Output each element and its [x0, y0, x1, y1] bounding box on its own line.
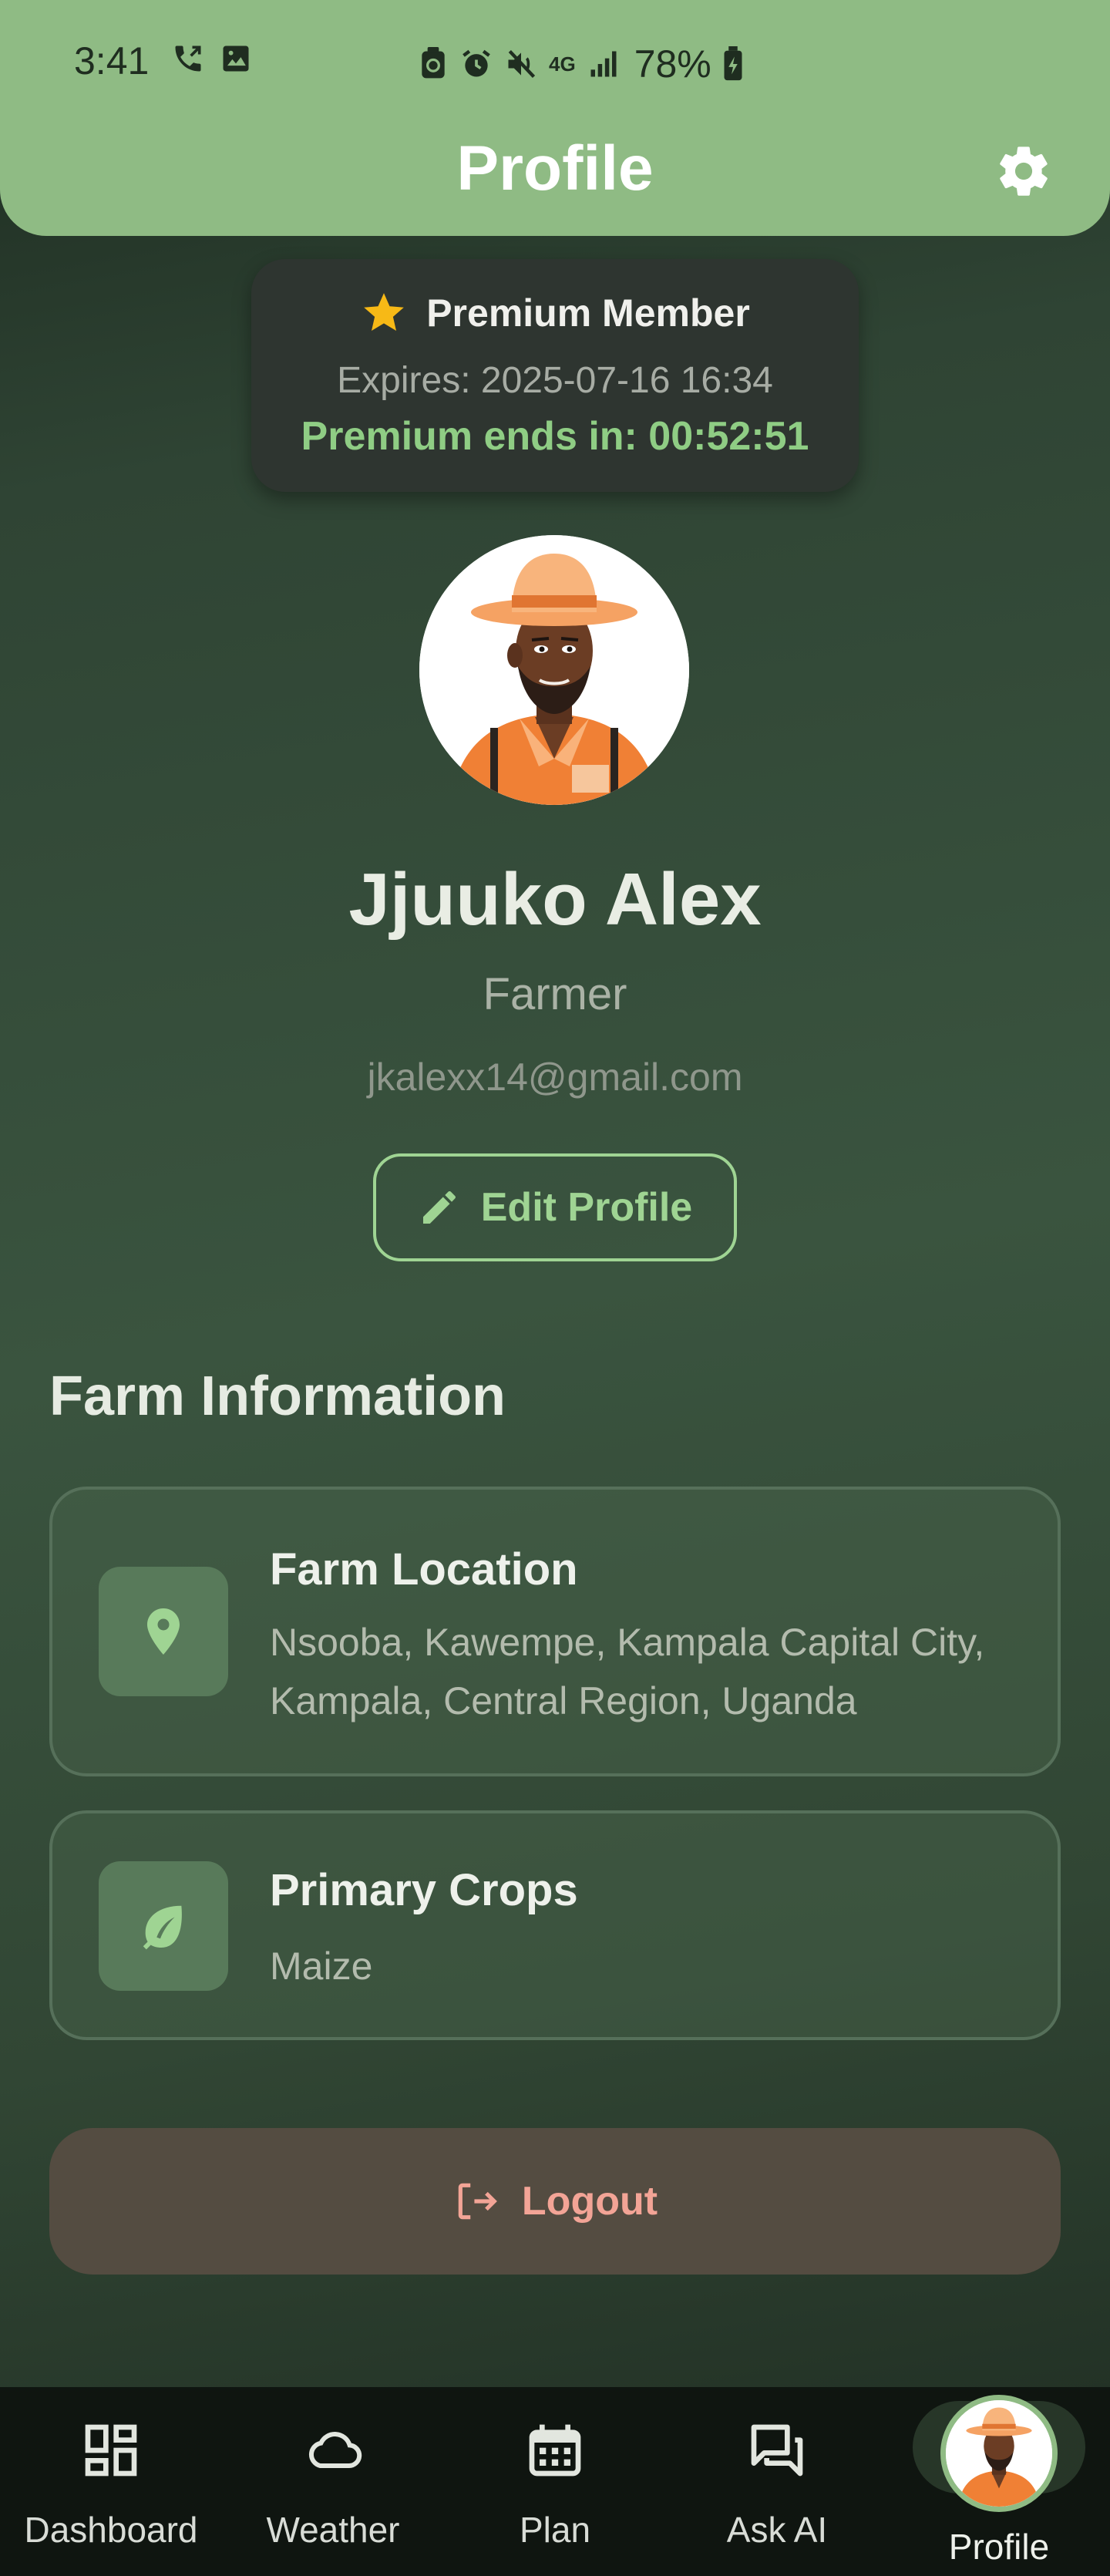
status-bar: 3:41 4G 78% — [0, 39, 1110, 93]
leaf-icon — [143, 1905, 182, 1950]
mute-icon — [508, 49, 536, 79]
bottom-navigation: Dashboard Weather Plan Ask AI Profile — [0, 2387, 1110, 2576]
user-email: jkalexx14@gmail.com — [367, 1056, 743, 1099]
status-right-icons: 4G 78% — [418, 42, 744, 86]
premium-expires: Expires: 2025-07-16 16:34 — [337, 360, 773, 401]
dashboard-icon — [85, 2424, 137, 2477]
farm-location-card: Farm Location Nsooba, Kawempe, Kampala C… — [49, 1487, 1061, 1776]
image-icon — [223, 45, 249, 72]
chat-icon — [751, 2424, 803, 2477]
battery-percent: 78% — [634, 42, 711, 86]
status-time: 3:41 — [74, 39, 150, 82]
nav-item-plan[interactable]: Plan — [444, 2387, 666, 2576]
nav-item-ask-ai[interactable]: Ask AI — [666, 2387, 888, 2576]
recycle-battery-icon — [422, 47, 445, 79]
primary-crops-label: Primary Crops — [270, 1865, 578, 1915]
edit-profile-label: Edit Profile — [480, 1185, 693, 1230]
star-icon — [364, 293, 405, 331]
edit-profile-button[interactable]: Edit Profile — [373, 1153, 737, 1261]
avatar[interactable] — [419, 535, 689, 805]
primary-crops-card: Primary Crops Maize — [49, 1810, 1061, 2040]
page-title: Profile — [456, 133, 654, 204]
premium-status-card: Premium Member Expires: 2025-07-16 16:34… — [251, 259, 859, 492]
user-role: Farmer — [483, 969, 627, 1019]
app-header: 3:41 4G 78% Profile — [0, 0, 1110, 236]
location-pin-icon — [147, 1608, 180, 1655]
pencil-icon — [422, 1190, 456, 1224]
status-left-icons — [171, 42, 253, 76]
network-type: 4G — [549, 52, 576, 76]
nav-label-dashboard: Dashboard — [24, 2510, 198, 2550]
nav-label-profile: Profile — [948, 2527, 1050, 2567]
farmer-avatar-illustration — [419, 535, 689, 805]
calendar-icon — [529, 2424, 581, 2477]
nav-avatar-illustration — [946, 2400, 1052, 2507]
crops-icon-box — [99, 1861, 228, 1991]
farm-location-label: Farm Location — [270, 1544, 578, 1594]
farm-location-value: Nsooba, Kawempe, Kampala Capital City, K… — [270, 1621, 985, 1722]
nav-item-profile[interactable] — [940, 2395, 1058, 2512]
premium-title: Premium Member — [426, 291, 750, 335]
call-icon — [175, 45, 201, 72]
logout-label: Logout — [521, 2179, 658, 2224]
premium-countdown: Premium ends in: 00:52:51 — [301, 414, 809, 459]
logout-icon — [458, 2183, 497, 2220]
primary-crops-value: Maize — [270, 1945, 373, 1988]
farm-information-heading: Farm Information — [49, 1365, 506, 1427]
user-name: Jjuuko Alex — [348, 858, 762, 941]
location-icon-box — [99, 1567, 228, 1696]
gear-icon[interactable] — [994, 142, 1053, 200]
premium-title-row: Premium Member — [251, 282, 859, 344]
logout-button[interactable]: Logout — [49, 2128, 1061, 2275]
alarm-icon — [462, 49, 490, 77]
nav-label-weather: Weather — [266, 2510, 400, 2550]
cloud-icon — [308, 2432, 362, 2468]
signal-icon — [590, 51, 617, 77]
nav-item-dashboard[interactable]: Dashboard — [0, 2387, 222, 2576]
nav-label-ask-ai: Ask AI — [726, 2510, 828, 2550]
nav-item-weather[interactable]: Weather — [222, 2387, 444, 2576]
nav-label-plan: Plan — [519, 2510, 591, 2550]
battery-charging-icon — [724, 46, 742, 81]
